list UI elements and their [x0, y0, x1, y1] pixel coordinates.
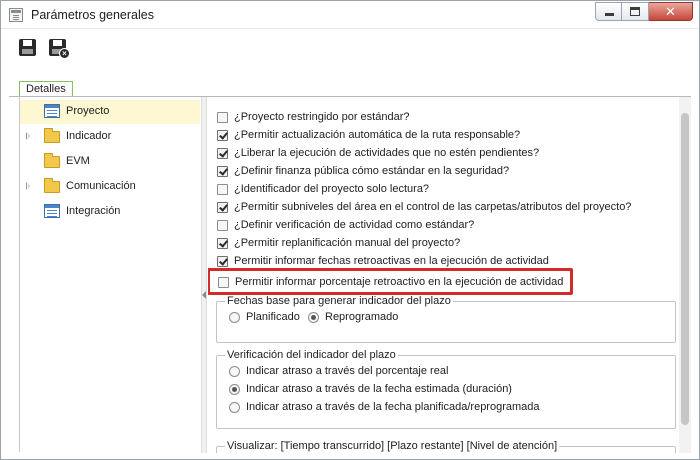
- radio-row: Indicar atraso a través del porcentaje r…: [217, 363, 675, 381]
- checkbox[interactable]: [217, 220, 228, 231]
- radio-label: Planificado: [246, 311, 300, 323]
- option-verificacion-actividad[interactable]: ¿Definir verificación de actividad como …: [217, 217, 667, 235]
- checkbox[interactable]: [217, 112, 228, 123]
- option-label: ¿Definir finanza pública cómo estándar e…: [234, 165, 510, 177]
- option-label: ¿Permitir subniveles del área en el cont…: [234, 201, 632, 213]
- title-bar[interactable]: Parámetros generales ✕: [1, 1, 699, 29]
- toolbar: ×: [1, 30, 699, 68]
- window-icon: [9, 8, 23, 22]
- option-label: Permitir informar porcentaje retroactivo…: [235, 276, 564, 288]
- group-verificacion-indicador: Verificación del indicador del plazo Ind…: [216, 349, 676, 429]
- option-proyecto-restringido[interactable]: ¿Proyecto restringido por estándar?: [217, 109, 667, 127]
- tree-item-comunicacion[interactable]: Comunicación: [20, 175, 200, 199]
- tree-item-label: EVM: [66, 155, 90, 167]
- checkbox[interactable]: [217, 184, 228, 195]
- checkbox[interactable]: [218, 277, 229, 288]
- checkbox[interactable]: [217, 202, 228, 213]
- tree-item-evm[interactable]: EVM: [20, 150, 200, 174]
- save-icon: [19, 39, 36, 56]
- option-label: ¿Definir verificación de actividad como …: [234, 219, 475, 231]
- window-controls: ✕: [595, 2, 693, 21]
- radio-row: Indicar atraso a través de la fecha plan…: [217, 399, 675, 417]
- navigation-tree: Proyecto Indicador EVM Comunicación Inte…: [19, 97, 201, 452]
- tab-detalles[interactable]: Detalles: [19, 81, 73, 97]
- close-icon: ✕: [665, 4, 676, 19]
- tree-item-label: Proyecto: [66, 105, 110, 117]
- option-replanificacion-manual[interactable]: ¿Permitir replanificación manual del pro…: [217, 235, 667, 253]
- group-legend: Fechas base para generar indicador del p…: [227, 295, 451, 307]
- vertical-scrollbar[interactable]: [679, 97, 691, 453]
- parametros-generales-window: Parámetros generales ✕ × Detalles Proyec…: [0, 0, 700, 460]
- maximize-icon: [630, 7, 640, 16]
- checkbox[interactable]: [217, 238, 228, 249]
- tab-strip: Detalles: [1, 79, 699, 97]
- minimize-icon: [605, 13, 614, 16]
- checkbox[interactable]: [217, 166, 228, 177]
- radio-row: Indicar atraso a través de la fecha esti…: [217, 381, 675, 399]
- expand-arrow-icon[interactable]: [26, 182, 30, 190]
- highlight-frame: Permitir informar porcentaje retroactivo…: [208, 268, 573, 295]
- radio-planificado[interactable]: [229, 312, 240, 323]
- radio-label: Indicar atraso a través del porcentaje r…: [246, 365, 449, 377]
- tree-item-proyecto[interactable]: Proyecto: [20, 100, 200, 124]
- tree-item-label: Comunicación: [66, 180, 136, 192]
- tree-item-indicador[interactable]: Indicador: [20, 125, 200, 149]
- tree-item-label: Indicador: [66, 130, 112, 142]
- option-label: ¿Proyecto restringido por estándar?: [234, 111, 410, 123]
- radio-reprogramado[interactable]: [308, 312, 319, 323]
- document-icon: [44, 104, 60, 118]
- panel-splitter[interactable]: [201, 97, 207, 453]
- option-label: Permitir informar fechas retroactivas en…: [234, 255, 549, 267]
- save-button[interactable]: [17, 37, 39, 59]
- minimize-button[interactable]: [595, 2, 622, 21]
- option-label: ¿Permitir actualización automática de la…: [234, 129, 521, 141]
- folder-icon: [44, 128, 60, 143]
- scroll-thumb[interactable]: [681, 113, 689, 425]
- radio-group-fechas-base: Planificado Reprogramado: [217, 309, 675, 327]
- tree-item-integracion[interactable]: Integración: [20, 200, 200, 224]
- expand-arrow-icon[interactable]: [26, 132, 30, 140]
- option-liberar-ejecucion[interactable]: ¿Liberar la ejecución de actividades que…: [217, 145, 667, 163]
- folder-icon: [44, 153, 60, 168]
- checkbox[interactable]: [217, 130, 228, 141]
- radio-label: Indicar atraso a través de la fecha esti…: [246, 383, 512, 395]
- option-label: ¿Identificador del proyecto solo lectura…: [234, 183, 430, 195]
- option-actualizacion-ruta[interactable]: ¿Permitir actualización automática de la…: [217, 127, 667, 145]
- window-title: Parámetros generales: [31, 8, 154, 22]
- radio-fecha-planificada[interactable]: [229, 402, 240, 413]
- save-and-close-button[interactable]: ×: [47, 37, 70, 59]
- group-visualizar: Visualizar: [Tiempo transcurrido] [Plazo…: [216, 440, 676, 453]
- option-porcentaje-retroactivo[interactable]: Permitir informar porcentaje retroactivo…: [218, 274, 668, 292]
- group-legend: Visualizar: [Tiempo transcurrido] [Plazo…: [227, 440, 558, 452]
- folder-icon: [44, 178, 60, 193]
- settings-panel: ¿Proyecto restringido por estándar? ¿Per…: [208, 97, 678, 453]
- option-subniveles-area[interactable]: ¿Permitir subniveles del área en el cont…: [217, 199, 667, 217]
- option-finanza-publica[interactable]: ¿Definir finanza pública cómo estándar e…: [217, 163, 667, 181]
- radio-fecha-estimada[interactable]: [229, 384, 240, 395]
- maximize-button[interactable]: [622, 2, 649, 21]
- option-identificador-lectura[interactable]: ¿Identificador del proyecto solo lectura…: [217, 181, 667, 199]
- radio-porcentaje-real[interactable]: [229, 366, 240, 377]
- checkbox[interactable]: [217, 148, 228, 159]
- group-fechas-base: Fechas base para generar indicador del p…: [216, 295, 676, 343]
- radio-label: Reprogramado: [325, 311, 399, 323]
- collapse-arrow-icon[interactable]: [202, 291, 206, 299]
- checkbox[interactable]: [217, 256, 228, 267]
- tree-item-label: Integración: [66, 205, 121, 217]
- radio-label: Indicar atraso a través de la fecha plan…: [246, 401, 540, 413]
- close-button[interactable]: ✕: [649, 2, 693, 21]
- option-label: ¿Liberar la ejecución de actividades que…: [234, 147, 540, 159]
- close-badge-icon: ×: [59, 48, 70, 59]
- option-label: ¿Permitir replanificación manual del pro…: [234, 237, 461, 249]
- document-icon: [44, 204, 60, 218]
- group-legend: Verificación del indicador del plazo: [227, 349, 396, 361]
